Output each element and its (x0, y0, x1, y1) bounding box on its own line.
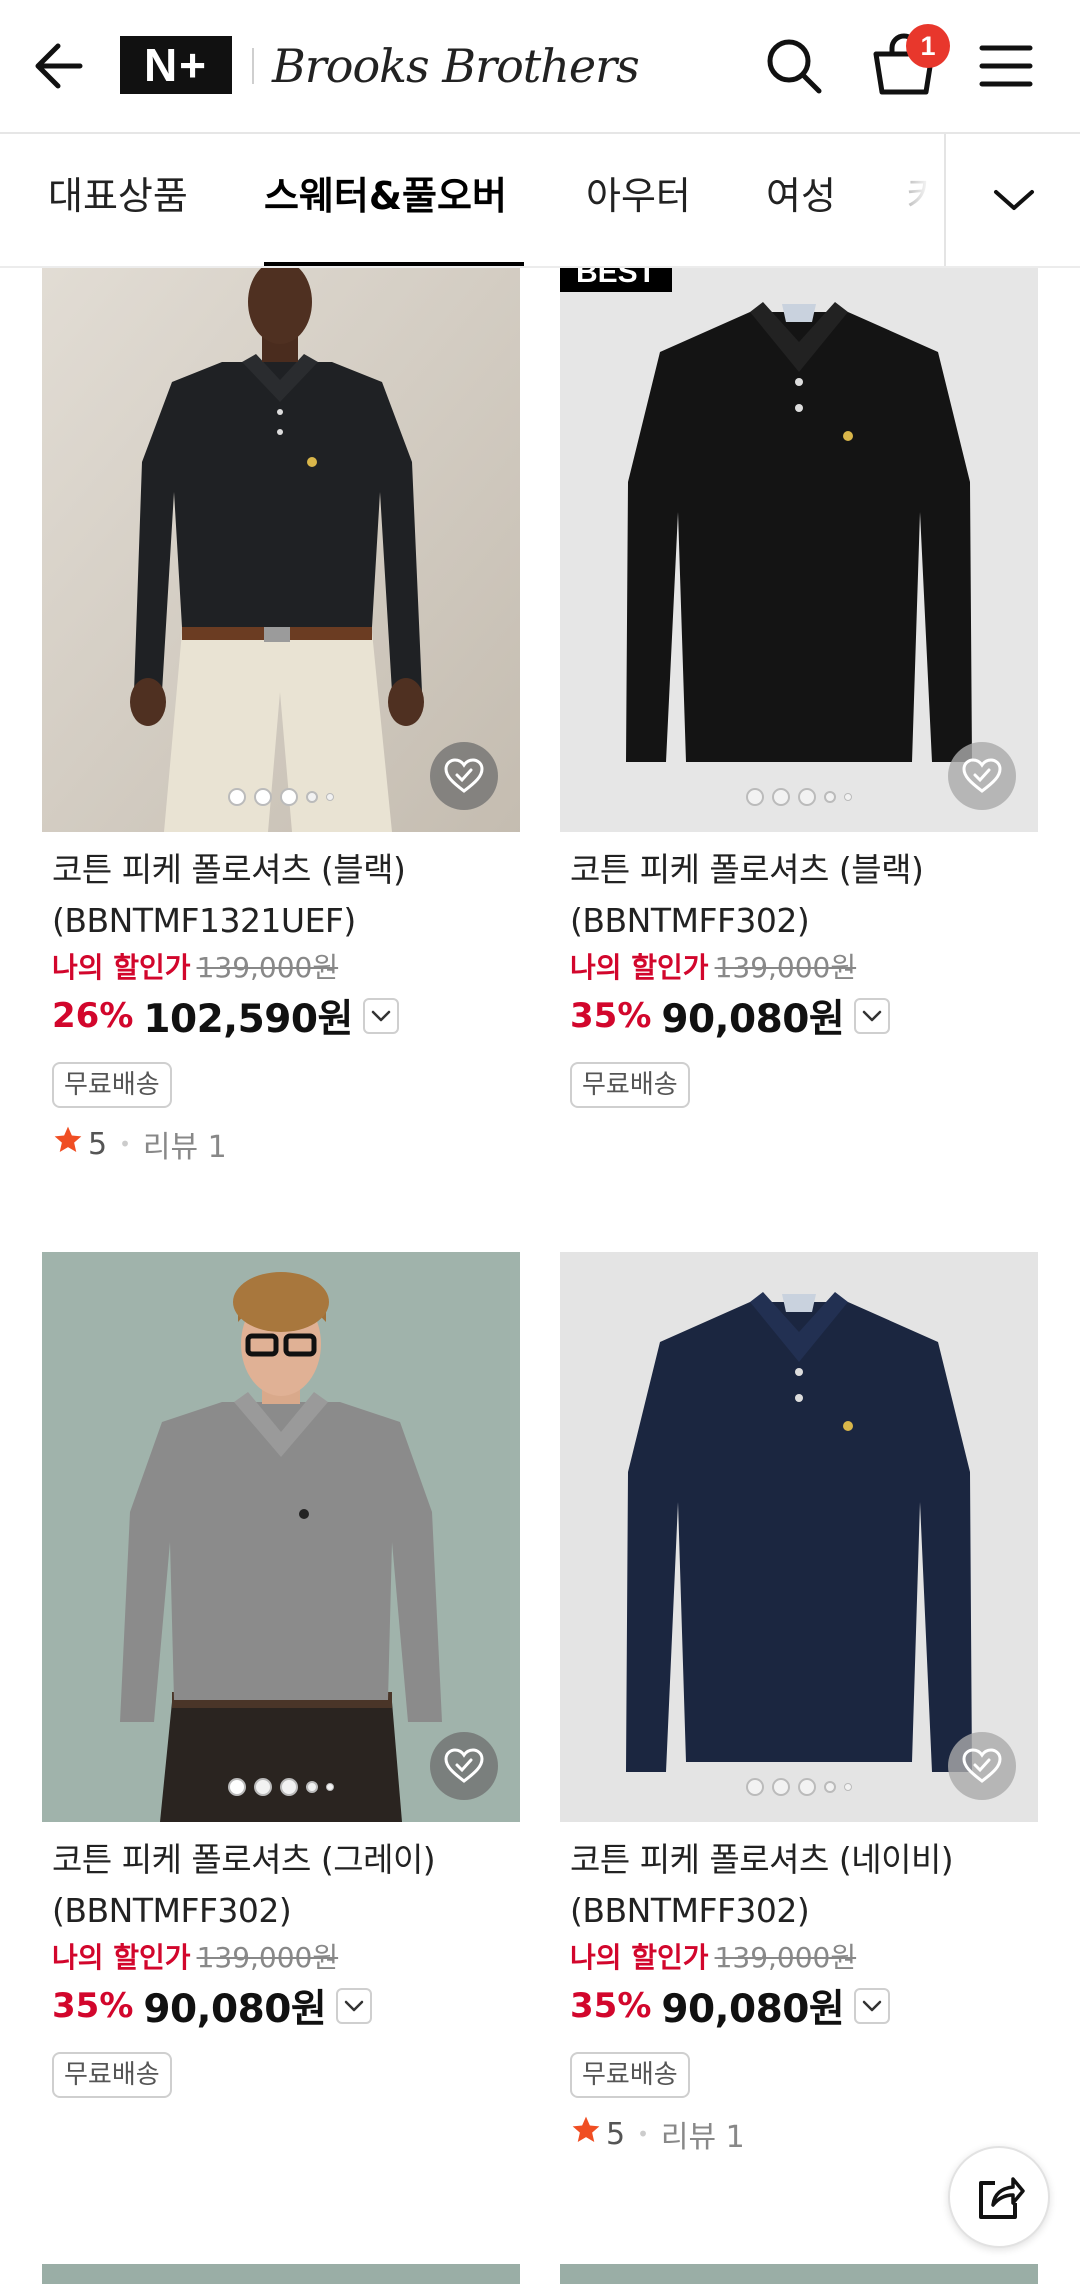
logo-divider (252, 48, 254, 84)
product-card[interactable]: 코튼 피케 폴로셔츠 (블랙) (BBNTMF1321UEF) 나의 할인가 13… (42, 268, 520, 1166)
tab-women[interactable]: 여성 (766, 134, 836, 266)
free-shipping-badge: 무료배송 (52, 2052, 172, 2098)
back-arrow-icon[interactable] (28, 34, 92, 98)
final-price: 90,080원 (661, 997, 845, 1042)
price-detail-chevron-icon[interactable] (854, 1988, 891, 2024)
product-name[interactable]: 코튼 피케 폴로셔츠 (네이비) (BBNTMFF302) (570, 1834, 1028, 1936)
share-icon[interactable] (948, 2146, 1050, 2248)
final-price: 90,080원 (143, 1987, 327, 2032)
nplus-logo[interactable]: N+ (120, 36, 232, 94)
wishlist-heart-icon[interactable] (430, 1732, 498, 1800)
original-price: 139,000원 (714, 951, 857, 984)
rating-separator: • (119, 1132, 131, 1156)
product-name[interactable]: 코튼 피케 폴로셔츠 (블랙) (BBNTMF1321UEF) (52, 844, 510, 946)
product-image[interactable] (42, 268, 520, 832)
review-count[interactable]: 리뷰 1 (143, 1122, 227, 1166)
product-card[interactable]: 코튼 피케 폴로셔츠 (네이비) (BBNTMFF302) 나의 할인가 139,… (560, 1252, 1038, 2156)
wishlist-heart-icon[interactable] (948, 1732, 1016, 1800)
tab-featured[interactable]: 대표상품 (48, 134, 188, 266)
price-detail-chevron-icon[interactable] (854, 998, 891, 1034)
free-shipping-badge: 무료배송 (570, 1062, 690, 1108)
discount-rate: 35% (570, 1986, 652, 2026)
wishlist-heart-icon[interactable] (948, 742, 1016, 810)
discount-rate: 35% (52, 1986, 134, 2026)
final-price: 90,080원 (661, 1987, 845, 2032)
star-icon (570, 2114, 602, 2154)
product-image[interactable] (560, 1252, 1038, 1822)
tab-outer[interactable]: 아우터 (586, 134, 691, 266)
original-price: 139,000원 (196, 1941, 339, 1974)
brand-logo[interactable]: Brooks Brothers (272, 26, 640, 106)
my-price-label: 나의 할인가 (52, 1941, 191, 1974)
search-icon[interactable] (762, 34, 826, 98)
original-price: 139,000원 (196, 951, 339, 984)
cart-count-badge: 1 (906, 24, 950, 68)
discount-rate: 35% (570, 996, 652, 1036)
product-name[interactable]: 코튼 피케 폴로셔츠 (그레이) (BBNTMFF302) (52, 1834, 510, 1936)
product-image[interactable] (42, 1252, 520, 1822)
product-card-partial[interactable] (42, 2264, 520, 2284)
free-shipping-badge: 무료배송 (52, 1062, 172, 1108)
wishlist-heart-icon[interactable] (430, 742, 498, 810)
product-card-partial[interactable] (560, 2264, 1038, 2284)
product-card[interactable]: 코튼 피케 폴로셔츠 (그레이) (BBNTMFF302) 나의 할인가 139,… (42, 1252, 520, 2098)
hamburger-menu-icon[interactable] (976, 38, 1036, 94)
rating-score: 5 (606, 2116, 626, 2152)
my-price-label: 나의 할인가 (570, 951, 709, 984)
tab-sweater-pullover[interactable]: 스웨터&풀오버 (264, 134, 507, 266)
product-grid: 코튼 피케 폴로셔츠 (블랙) (BBNTMF1321UEF) 나의 할인가 13… (0, 268, 1080, 2284)
category-tabs: 대표상품 스웨터&풀오버 아우터 여성 키 (0, 134, 1080, 268)
active-tab-indicator (264, 262, 524, 266)
product-image[interactable]: BEST (560, 268, 1038, 832)
my-price-label: 나의 할인가 (570, 1941, 709, 1974)
rating-row: 5 • 리뷰 1 (570, 2112, 1028, 2156)
product-card[interactable]: BEST 코튼 피케 폴로셔츠 (블랙) (BBNTMFF302) 나의 할인가… (560, 268, 1038, 1108)
product-name[interactable]: 코튼 피케 폴로셔츠 (블랙) (BBNTMFF302) (570, 844, 1028, 946)
final-price: 102,590원 (143, 997, 353, 1042)
tab-fade (850, 134, 945, 266)
rating-score: 5 (88, 1126, 108, 1162)
rating-separator: • (637, 2122, 649, 2146)
price-detail-chevron-icon[interactable] (362, 998, 399, 1034)
review-count[interactable]: 리뷰 1 (661, 2112, 745, 2156)
rating-row: 5 • 리뷰 1 (52, 1122, 510, 1166)
best-badge: BEST (560, 268, 673, 292)
original-price: 139,000원 (714, 1941, 857, 1974)
app-header: N+ Brooks Brothers 1 (0, 0, 1080, 134)
star-icon (52, 1124, 84, 1164)
free-shipping-badge: 무료배송 (570, 2052, 690, 2098)
price-detail-chevron-icon[interactable] (336, 1988, 373, 2024)
discount-rate: 26% (52, 996, 134, 1036)
my-price-label: 나의 할인가 (52, 951, 191, 984)
tab-expand-chevron-icon[interactable] (944, 134, 1080, 266)
